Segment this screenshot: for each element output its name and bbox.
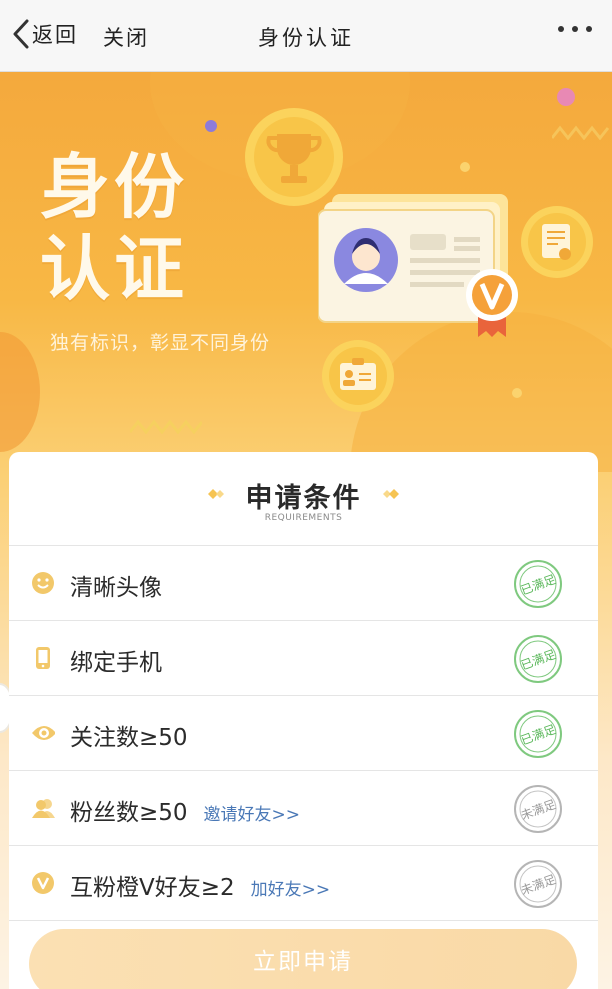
status-stamp: 已满足	[514, 560, 562, 608]
requirement-label: 清晰头像	[70, 575, 162, 601]
v-badge-icon	[31, 871, 55, 895]
requirement-row: 粉丝数≥50 邀请好友>> 未满足	[9, 771, 598, 846]
page-title: 身份认证	[258, 26, 354, 50]
invite-friends-link[interactable]: 邀请好友>>	[204, 805, 301, 825]
status-stamp: 未满足	[514, 860, 562, 908]
status-stamp: 未满足	[514, 785, 562, 833]
banner-title-line2: 认证	[40, 228, 188, 310]
close-button[interactable]: 关闭	[103, 22, 149, 52]
requirements-title: 申请条件	[245, 483, 362, 514]
zigzag-decor-icon	[130, 419, 202, 434]
requirement-row: 绑定手机 已满足	[9, 621, 598, 696]
requirement-label: 关注数≥50	[70, 725, 188, 751]
eye-icon	[31, 721, 55, 745]
status-text: 已满足	[519, 647, 558, 672]
navbar: 返回 关闭 身份认证	[0, 0, 612, 72]
back-button[interactable]: 返回	[10, 18, 78, 50]
users-icon	[31, 796, 55, 820]
requirements-subtitle: REQUIREMENTS	[264, 513, 343, 523]
requirement-label: 绑定手机	[70, 650, 162, 676]
diamond-decor-icon	[383, 489, 399, 499]
decor-blob	[0, 332, 40, 452]
dot-icon	[558, 26, 564, 32]
requirements-header: 申请条件 REQUIREMENTS	[9, 452, 598, 546]
banner: 身份 认证 独有标识，彰显不同身份	[0, 72, 612, 472]
status-stamp: 已满足	[514, 710, 562, 758]
add-friends-link[interactable]: 加好友>>	[251, 880, 331, 900]
dot-icon	[586, 26, 592, 32]
requirement-label: 互粉橙V好友≥2 加好友>>	[70, 875, 331, 901]
dot-icon	[572, 26, 578, 32]
certificate-icon	[521, 206, 593, 278]
decor-dot	[460, 162, 470, 172]
requirement-row: 清晰头像 已满足	[9, 546, 598, 621]
back-label: 返回	[32, 23, 78, 47]
status-stamp: 已满足	[514, 635, 562, 683]
decor-dot	[512, 388, 522, 398]
status-text: 已满足	[519, 572, 558, 597]
decor-dot	[557, 88, 575, 106]
requirements-card: 申请条件 REQUIREMENTS 清晰头像 已满足 绑定手机 已满足 关注数≥…	[9, 452, 598, 989]
id-badge-icon	[322, 340, 394, 412]
requirement-row: 互粉橙V好友≥2 加好友>> 未满足	[9, 846, 598, 921]
status-text: 未满足	[519, 872, 558, 897]
banner-title-line1: 身份	[40, 146, 188, 228]
decor-dot	[205, 120, 217, 132]
identity-verification-page: 返回 关闭 身份认证 身份 认证 独有标识，彰显不同身份 申请条件 REQUIR…	[0, 0, 612, 989]
chevron-left-icon	[13, 19, 29, 49]
v-medal-icon	[466, 269, 518, 337]
status-text: 未满足	[519, 797, 558, 822]
phone-icon	[31, 646, 55, 670]
more-menu-button[interactable]	[558, 26, 592, 32]
smile-icon	[31, 571, 55, 595]
apply-button[interactable]: 立即申请	[29, 929, 577, 989]
banner-subtitle: 独有标识，彰显不同身份	[50, 332, 271, 354]
zigzag-decor-icon	[552, 125, 610, 140]
status-text: 已满足	[519, 722, 558, 747]
requirement-label: 粉丝数≥50 邀请好友>>	[70, 800, 301, 826]
requirement-row: 关注数≥50 已满足	[9, 696, 598, 771]
